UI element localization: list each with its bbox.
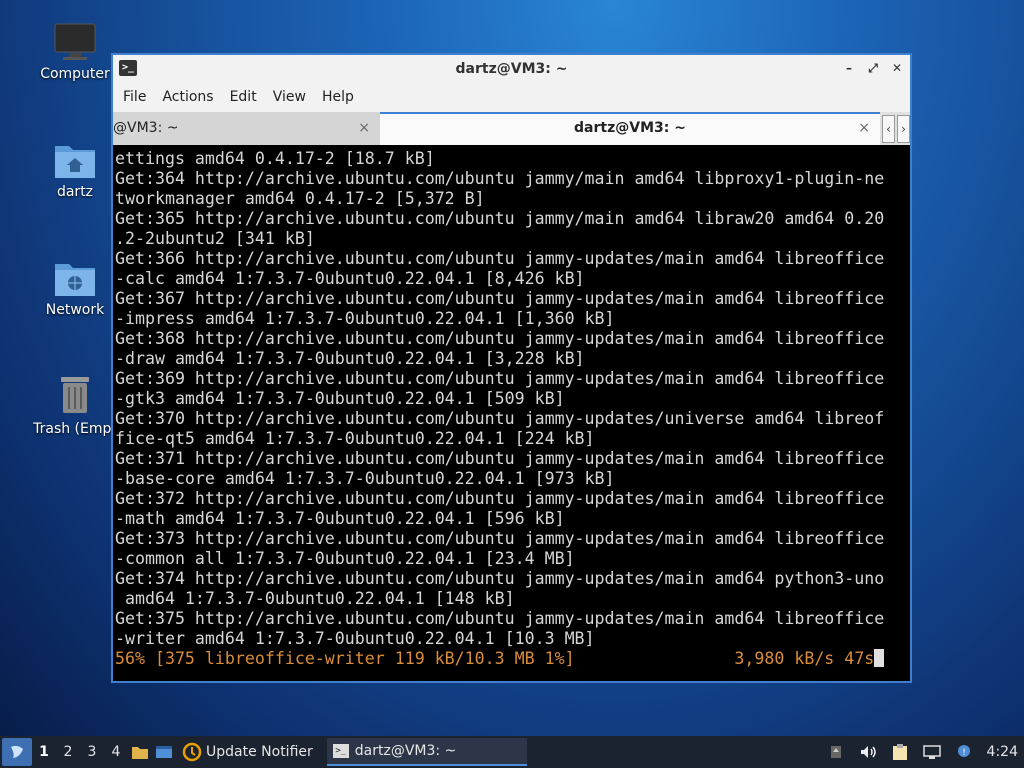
tab-inactive[interactable]: @VM3: ~ ×: [113, 112, 380, 145]
task-label: dartz@VM3: ~: [354, 743, 457, 759]
terminal-line: -calc amd64 1:7.3.7-0ubuntu0.22.04.1 [8,…: [115, 269, 585, 288]
workspace-1[interactable]: 1: [32, 744, 56, 760]
home-folder-icon: [55, 146, 95, 178]
update-notifier-icon: [182, 742, 202, 762]
terminal-line: Get:369 http://archive.ubuntu.com/ubuntu…: [115, 369, 885, 388]
volume-icon[interactable]: [859, 743, 877, 761]
terminal-line: -gtk3 amd64 1:7.3.7-0ubuntu0.22.04.1 [50…: [115, 389, 565, 408]
task-label: Update Notifier: [206, 744, 313, 760]
start-menu-button[interactable]: [2, 738, 32, 766]
desktop-icon-trash[interactable]: Trash (Empt: [25, 373, 125, 437]
terminal-cursor: [874, 649, 885, 667]
terminal-line: Get:374 http://archive.ubuntu.com/ubuntu…: [115, 569, 885, 588]
terminal-line: -impress amd64 1:7.3.7-0ubuntu0.22.04.1 …: [115, 309, 615, 328]
notification-icon[interactable]: !: [955, 743, 973, 761]
system-tray: !: [827, 743, 979, 761]
terminal-app-icon: >_: [119, 60, 137, 76]
app-menu-icon: [11, 745, 23, 758]
maximize-button[interactable]: ⤢: [866, 59, 880, 77]
menu-help[interactable]: Help: [314, 89, 362, 105]
desktop-icon-label: Network: [45, 302, 105, 318]
terminal-line: tworkmanager amd64 0.4.17-2 [5,372 B]: [115, 189, 485, 208]
terminal-window[interactable]: >_ dartz@VM3: ~ – ⤢ ✕ File Actions Edit …: [111, 53, 912, 683]
terminal-line: ettings amd64 0.4.17-2 [18.7 kB]: [115, 149, 435, 168]
terminal-line: Get:375 http://archive.ubuntu.com/ubuntu…: [115, 609, 885, 628]
window-icon: [156, 746, 172, 758]
trash-icon: [61, 377, 89, 413]
desktop-icon-label: Computer: [40, 66, 110, 82]
window-title: dartz@VM3: ~: [455, 60, 568, 77]
progress-text: 56% [375 libreoffice-writer 119 kB/10.3 …: [115, 649, 875, 668]
monitor-icon: [54, 23, 96, 60]
desktop-icon-label: dartz: [56, 184, 94, 200]
network-tray-icon[interactable]: [922, 743, 941, 761]
terminal-line: Get:366 http://archive.ubuntu.com/ubuntu…: [115, 249, 885, 268]
tab-close-icon[interactable]: ×: [858, 114, 870, 143]
window-titlebar[interactable]: >_ dartz@VM3: ~ – ⤢ ✕: [113, 55, 910, 82]
terminal-line: -writer amd64 1:7.3.7-0ubuntu0.22.04.1 […: [115, 629, 595, 648]
terminal-line: Get:372 http://archive.ubuntu.com/ubuntu…: [115, 489, 885, 508]
terminal-line: -common all 1:7.3.7-0ubuntu0.22.04.1 [23…: [115, 549, 575, 568]
folder-icon: [132, 747, 148, 759]
terminal-output[interactable]: ettings amd64 0.4.17-2 [18.7 kB] Get:364 …: [113, 147, 910, 681]
tab-close-icon[interactable]: ×: [358, 112, 370, 145]
menu-actions[interactable]: Actions: [154, 89, 221, 105]
minimize-button[interactable]: –: [842, 59, 856, 77]
terminal-line: Get:370 http://archive.ubuntu.com/ubuntu…: [115, 409, 885, 428]
terminal-line: Get:373 http://archive.ubuntu.com/ubuntu…: [115, 529, 885, 548]
terminal-task-icon: >_: [332, 744, 349, 758]
menu-view[interactable]: View: [265, 89, 314, 105]
tab-label: @VM3: ~: [113, 120, 179, 136]
workspace-2[interactable]: 2: [56, 744, 80, 760]
taskbar: 1 2 3 4 Update Notifier >_ dartz@VM3: ~ …: [0, 736, 1024, 768]
taskbar-terminal[interactable]: >_ dartz@VM3: ~: [326, 738, 527, 766]
terminal-line: -base-core amd64 1:7.3.7-0ubuntu0.22.04.…: [115, 469, 615, 488]
terminal-line: amd64 1:7.3.7-0ubuntu0.22.04.1 [148 kB]: [115, 589, 515, 608]
terminal-progress-line: 56% [375 libreoffice-writer 119 kB/10.3 …: [115, 649, 910, 669]
clipboard-icon[interactable]: [891, 743, 909, 761]
tab-label: dartz@VM3: ~: [574, 120, 686, 136]
terminal-line: -math amd64 1:7.3.7-0ubuntu0.22.04.1 [59…: [115, 509, 565, 528]
menu-edit[interactable]: Edit: [222, 89, 265, 105]
clock[interactable]: 4:24: [987, 744, 1018, 760]
terminal-line: -draw amd64 1:7.3.7-0ubuntu0.22.04.1 [3,…: [115, 349, 585, 368]
terminal-line: Get:371 http://archive.ubuntu.com/ubuntu…: [115, 449, 885, 468]
workspace-4[interactable]: 4: [104, 744, 128, 760]
terminal-line: Get:365 http://archive.ubuntu.com/ubuntu…: [115, 209, 885, 228]
desktop-icon-network[interactable]: Network: [25, 258, 125, 318]
terminal-line: Get:364 http://archive.ubuntu.com/ubuntu…: [115, 169, 885, 188]
workspace-3[interactable]: 3: [80, 744, 104, 760]
desktop-icon-label: Trash (Empt: [33, 421, 117, 437]
close-button[interactable]: ✕: [890, 59, 904, 77]
file-manager-launcher[interactable]: [128, 741, 152, 763]
svg-text:!: !: [962, 748, 966, 758]
tab-scroll-left-icon[interactable]: ‹: [882, 114, 895, 143]
tab-bar: @VM3: ~ × dartz@VM3: ~ × ‹ ›: [113, 112, 910, 145]
tab-active[interactable]: dartz@VM3: ~ ×: [380, 112, 880, 145]
desktop-icon-home[interactable]: dartz: [25, 140, 125, 200]
tab-scroll-right-icon[interactable]: ›: [897, 114, 910, 143]
network-folder-icon: [55, 264, 95, 296]
terminal-line: Get:367 http://archive.ubuntu.com/ubuntu…: [115, 289, 885, 308]
taskbar-update-notifier[interactable]: Update Notifier: [176, 738, 319, 766]
terminal-line: Get:368 http://archive.ubuntu.com/ubuntu…: [115, 329, 885, 348]
terminal-line: .2-2ubuntu2 [341 kB]: [115, 229, 315, 248]
terminal-line: fice-qt5 amd64 1:7.3.7-0ubuntu0.22.04.1 …: [115, 429, 595, 448]
menu-file[interactable]: File: [115, 89, 154, 105]
tray-arrow-up-icon[interactable]: [827, 743, 845, 761]
browser-launcher[interactable]: [152, 741, 176, 763]
menubar: File Actions Edit View Help: [113, 82, 910, 112]
desktop-icon-computer[interactable]: Computer: [25, 22, 125, 82]
